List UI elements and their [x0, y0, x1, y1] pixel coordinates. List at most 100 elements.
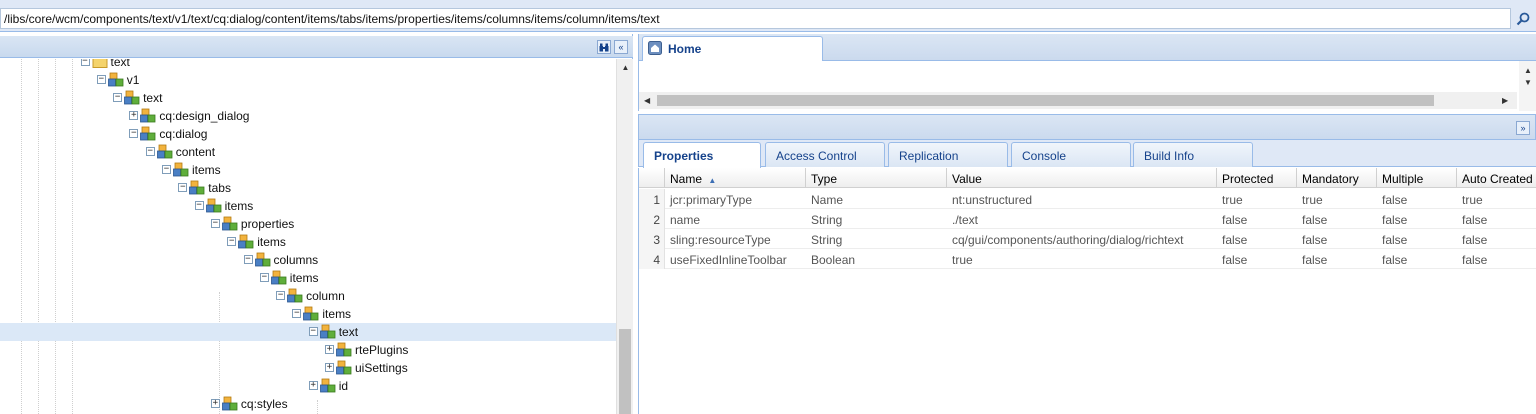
collapse-icon[interactable]: −	[129, 129, 139, 138]
column-header-protected[interactable]: Protected	[1217, 168, 1297, 188]
cell-multiple: false	[1382, 253, 1408, 267]
tree-node[interactable]: − items	[0, 197, 616, 215]
tree-node-label: items	[257, 235, 286, 249]
tree-node[interactable]: + uiSettings	[0, 359, 616, 377]
collapse-down-icon[interactable]: »	[1516, 121, 1530, 135]
collapse-icon[interactable]: −	[162, 165, 171, 174]
cell-name: sling:resourceType	[670, 233, 771, 247]
tree-node[interactable]: − column	[0, 287, 616, 305]
collapse-icon[interactable]: −	[113, 93, 123, 102]
properties-panel-header: »	[638, 114, 1536, 140]
node-icon	[336, 360, 353, 376]
tab-console[interactable]: Console	[1011, 142, 1131, 167]
column-header-type[interactable]: Type	[806, 168, 947, 188]
tree-node[interactable]: − tabs	[0, 179, 616, 197]
cell-multiple: false	[1382, 193, 1408, 207]
tab-replication[interactable]: Replication	[888, 142, 1008, 167]
node-icon	[319, 378, 337, 394]
column-header-mandatory[interactable]: Mandatory	[1297, 168, 1377, 188]
tree-node[interactable]: − content	[0, 143, 616, 161]
collapse-icon[interactable]: −	[80, 59, 90, 66]
tree-body: − text − v1− text + cq:design_dialog − cq:dialog…	[0, 59, 616, 414]
search-icon[interactable]	[1513, 9, 1533, 28]
expand-icon[interactable]: +	[325, 363, 334, 372]
home-vertical-scrollbar[interactable]: ▲ ▼	[1519, 61, 1536, 111]
tree-node[interactable]: + cq:design_dialog	[0, 107, 616, 125]
path-input[interactable]	[0, 8, 1511, 29]
tree-node[interactable]: − text	[0, 89, 616, 107]
node-icon	[303, 306, 320, 322]
tree-node[interactable]: − items	[0, 233, 616, 251]
cell-type: Boolean	[811, 253, 856, 267]
tree-node[interactable]: − items	[0, 305, 616, 323]
scroll-left-arrow-icon[interactable]: ◀	[644, 96, 650, 105]
tree-node[interactable]: + cq:styles	[0, 395, 616, 413]
tab-build-info[interactable]: Build Info	[1133, 142, 1253, 167]
tree-scroll-thumb[interactable]	[619, 329, 631, 414]
table-row[interactable]: 4 useFixedInlineToolbar Boolean true false fa…	[639, 249, 1536, 269]
cell-mandatory: false	[1302, 253, 1328, 267]
collapse-icon[interactable]: −	[178, 183, 188, 192]
grid-header: Name ▲ Type Value Protected Mandatory Mu…	[639, 168, 1536, 188]
table-row[interactable]: 1 jcr:primaryType Name nt:unstructured true t…	[639, 189, 1536, 209]
tree-node[interactable]: − v1	[0, 71, 616, 89]
node-icon	[221, 216, 239, 232]
collapse-icon[interactable]: −	[145, 147, 155, 156]
scroll-up-arrow-icon[interactable]: ▲	[617, 59, 634, 76]
row-number: 1	[639, 189, 665, 209]
row-number: 2	[639, 209, 665, 229]
scroll-right-arrow-icon[interactable]: ▶	[1502, 96, 1508, 105]
tree-node[interactable]: + rtePlugins	[0, 341, 616, 359]
node-icon	[238, 234, 255, 250]
column-header-auto-created[interactable]: Auto Created	[1457, 168, 1536, 188]
cell-name: useFixedInlineToolbar	[670, 253, 787, 267]
tab-access-control[interactable]: Access Control	[765, 142, 885, 167]
binoculars-icon[interactable]	[597, 40, 611, 54]
home-horizontal-scroll-thumb[interactable]	[657, 95, 1434, 106]
collapse-icon[interactable]: −	[96, 75, 106, 84]
collapse-icon[interactable]: −	[308, 327, 318, 336]
home-horizontal-scrollbar[interactable]: ◀ ▶	[639, 92, 1517, 109]
collapse-icon[interactable]: −	[243, 255, 253, 264]
sort-ascending-icon: ▲	[708, 176, 717, 185]
tree-node-label: content	[175, 145, 216, 159]
cell-mandatory: false	[1302, 233, 1328, 247]
tab-home[interactable]: Home	[642, 36, 823, 61]
row-number: 4	[639, 249, 665, 269]
collapse-left-icon[interactable]: «	[614, 40, 628, 54]
scroll-down-arrow-icon[interactable]: ▼	[1524, 78, 1532, 87]
cell-multiple: false	[1382, 213, 1408, 227]
cell-type: String	[811, 233, 843, 247]
collapse-icon[interactable]: −	[194, 201, 204, 210]
expand-icon[interactable]: +	[308, 381, 318, 390]
tree-node[interactable]: − items	[0, 269, 616, 287]
tree-node[interactable]: + id	[0, 377, 616, 395]
collapse-icon[interactable]: −	[210, 219, 220, 228]
expand-icon[interactable]: +	[325, 345, 334, 354]
tree-node[interactable]: − text	[0, 323, 616, 341]
tree-scrollbar[interactable]: ▲	[616, 59, 633, 414]
tree-node-label: text	[143, 91, 163, 105]
scroll-up-arrow-icon[interactable]: ▲	[1524, 66, 1532, 75]
column-header-value[interactable]: Value	[947, 168, 1217, 188]
collapse-icon[interactable]: −	[276, 291, 286, 300]
tree-node[interactable]: − text	[0, 59, 616, 71]
cell-protected: true	[1222, 193, 1243, 207]
table-row[interactable]: 2 name String ./text false false false false	[639, 209, 1536, 229]
collapse-icon[interactable]: −	[292, 309, 302, 318]
tree-node[interactable]: − properties	[0, 215, 616, 233]
collapse-icon[interactable]: −	[227, 237, 237, 246]
tab-properties[interactable]: Properties	[643, 142, 761, 168]
tree-node-label: columns	[273, 253, 319, 267]
tree-panel-header: «	[0, 36, 633, 58]
tree-node[interactable]: − columns	[0, 251, 616, 269]
expand-icon[interactable]: +	[210, 399, 220, 408]
tree-node[interactable]: − items	[0, 161, 616, 179]
expand-icon[interactable]: +	[129, 111, 139, 120]
column-header-name[interactable]: Name ▲	[665, 168, 806, 188]
tree-node[interactable]: − cq:dialog	[0, 125, 616, 143]
table-row[interactable]: 3 sling:resourceType String cq/gui/componen…	[639, 229, 1536, 249]
repository-tree-panel: « − text − v1− text + cq:design_dialog − cq:dial…	[0, 34, 633, 414]
collapse-icon[interactable]: −	[259, 273, 269, 282]
column-header-multiple[interactable]: Multiple	[1377, 168, 1457, 188]
